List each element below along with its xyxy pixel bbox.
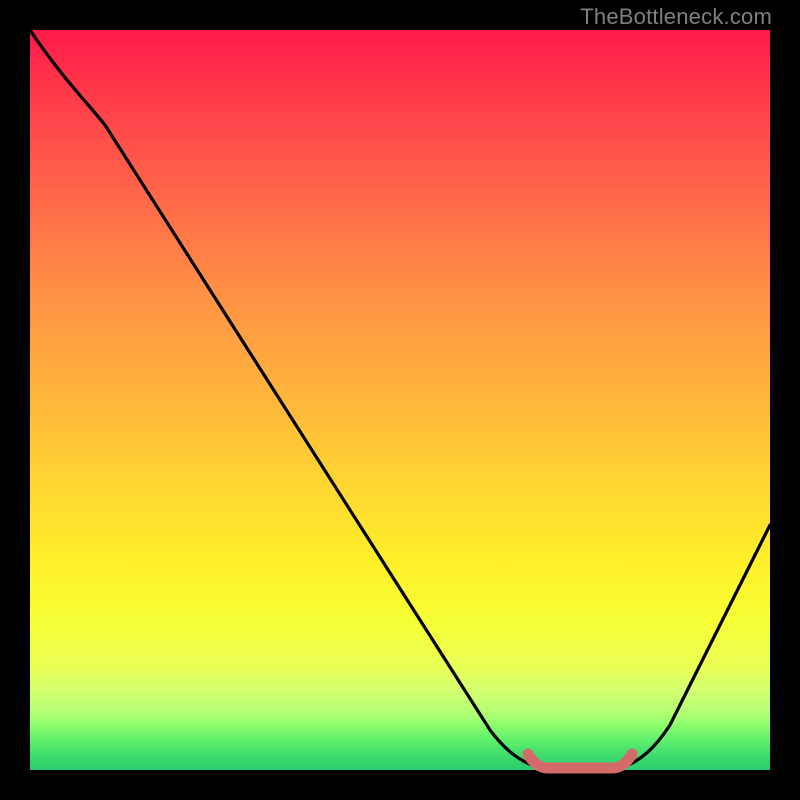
- chart-frame: TheBottleneck.com: [0, 0, 800, 800]
- plot-area: [30, 30, 770, 770]
- watermark-text: TheBottleneck.com: [580, 4, 772, 30]
- curve-layer: [30, 30, 770, 770]
- bottleneck-curve: [30, 30, 770, 768]
- flat-region-marker: [528, 754, 632, 768]
